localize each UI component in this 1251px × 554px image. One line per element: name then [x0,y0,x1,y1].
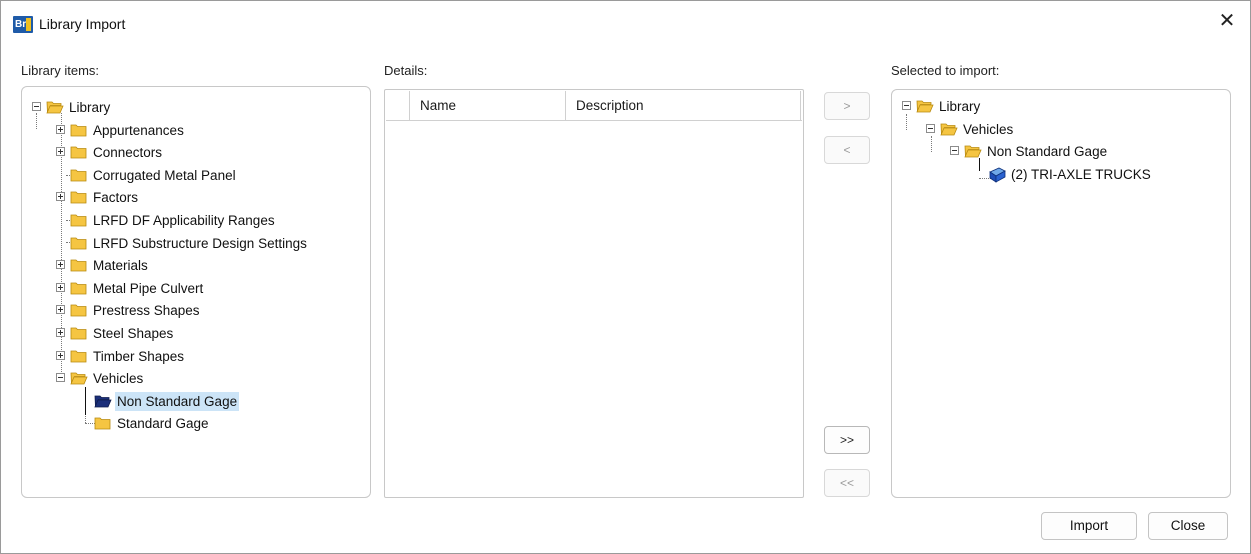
details-grid[interactable]: Name Description [384,89,804,498]
folder-icon [940,122,958,136]
import-button[interactable]: Import [1041,512,1137,540]
window-title: Library Import [39,16,126,32]
folder-icon [70,303,88,317]
library-items-label: Library items: [21,63,100,78]
tree-node-label: Vehicles [963,121,1014,137]
expand-icon[interactable] [56,328,65,337]
remove-button[interactable]: < [824,136,870,164]
add-all-button[interactable]: >> [824,426,870,454]
details-label: Details: [384,63,428,78]
expand-icon[interactable] [56,305,65,315]
tree-node-label: Standard Gage [117,416,209,432]
folder-icon [94,394,112,408]
bridge-app-icon: Br [13,16,33,33]
folder-icon [964,144,982,158]
expand-icon[interactable] [56,147,65,157]
selected-to-import-label: Selected to import: [891,63,1000,78]
tree-node-label: Library [939,99,981,114]
tree-node-label: Timber Shapes [93,348,185,364]
remove-all-button[interactable]: << [824,469,870,497]
collapse-icon[interactable] [56,373,65,383]
tree-node-label: Library [69,100,111,115]
vehicle-book-icon [988,167,1006,183]
tree-node-label: Materials [93,258,148,274]
add-button[interactable]: > [824,92,870,120]
expand-icon[interactable] [56,260,65,270]
row-header-cell [386,91,410,121]
collapse-icon[interactable] [926,123,935,133]
tree-node-label: Metal Pipe Culvert [93,280,204,296]
folder-icon [70,258,88,272]
title-bar: Br Library Import ✕ [1,1,1250,39]
tree-node-label: (2) TRI-AXLE TRUCKS [1011,166,1151,182]
collapse-icon[interactable] [950,146,959,155]
close-icon[interactable]: ✕ [1214,9,1240,33]
folder-icon [70,371,88,385]
selected-to-import-panel[interactable]: Library Vehicles Non Standard Gage (2) TRI-… [891,89,1231,498]
folder-icon [70,145,88,159]
tree-node-label: Factors [93,190,139,206]
expand-icon[interactable] [56,350,65,360]
library-import-dialog: Br Library Import ✕ Library items: Detai… [0,0,1251,554]
tree-node-label: LRFD Substructure Design Settings [93,235,307,251]
tree-node-label: Prestress Shapes [93,303,200,319]
collapse-icon[interactable] [902,101,911,110]
tree-node-label: Appurtenances [93,122,184,138]
expand-icon[interactable] [56,282,65,292]
tree-node-label: Corrugated Metal Panel [93,167,236,183]
folder-icon [70,281,88,295]
collapse-icon[interactable] [32,102,41,111]
library-items-panel[interactable]: Library Appurtenances Connectors Corrugated… [21,86,371,498]
folder-icon [70,123,88,137]
tree-node-label: Connectors [93,145,163,161]
expand-icon[interactable] [56,124,65,134]
folder-icon [46,100,64,114]
folder-icon [70,236,88,250]
description-column-header[interactable]: Description [566,91,801,121]
folder-icon [916,99,934,113]
tree-node-label: Steel Shapes [93,326,174,341]
tree-node-label: LRFD DF Applicability Ranges [93,213,275,228]
close-button[interactable]: Close [1148,512,1228,540]
folder-icon [70,168,88,182]
tree-node-label: Vehicles [93,371,144,387]
folder-icon [70,326,88,340]
folder-icon [94,416,112,430]
folder-icon [70,349,88,363]
details-grid-header: Name Description [386,91,802,121]
tree-node-label: Non Standard Gage [987,144,1108,159]
expand-icon[interactable] [56,192,65,202]
folder-icon [70,213,88,227]
folder-icon [70,190,88,204]
name-column-header[interactable]: Name [410,91,566,121]
tree-node-label: Non Standard Gage [115,391,240,411]
